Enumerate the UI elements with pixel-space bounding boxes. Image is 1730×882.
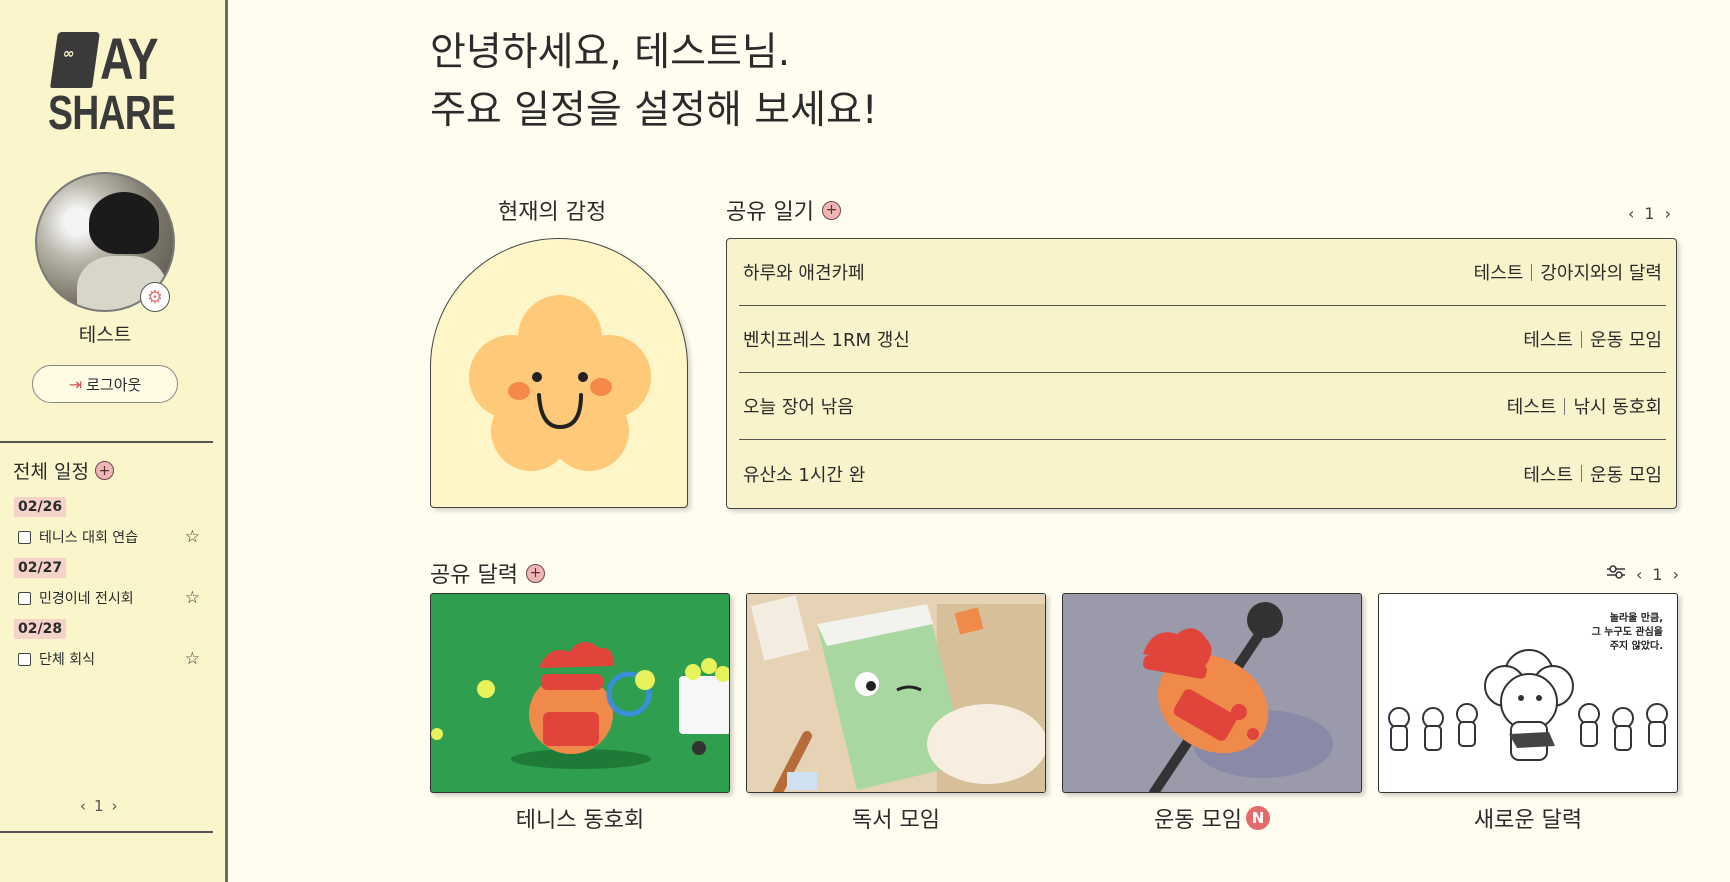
schedule-item-label: 단체 회식 bbox=[39, 652, 95, 668]
calendar-card[interactable] bbox=[1062, 593, 1362, 793]
diary-row-author: 테스트 bbox=[1523, 330, 1574, 351]
schedule-group: 02/27 민경이네 전시회 ☆ bbox=[14, 557, 200, 609]
sidebar-divider bbox=[0, 831, 213, 833]
calendar-card-title: 독서 모임 bbox=[852, 808, 940, 833]
greeting: 안녕하세요, 테스트님. 주요 일정을 설정해 보세요! bbox=[430, 24, 878, 140]
schedule-group: 02/28 단체 회식 ☆ bbox=[14, 618, 200, 670]
schedule-date: 02/26 bbox=[14, 497, 67, 517]
diary-row-meta: 테스트 운동 모임 bbox=[1523, 461, 1662, 487]
add-schedule-icon[interactable]: + bbox=[94, 461, 114, 480]
next-page-icon[interactable]: › bbox=[112, 797, 126, 815]
star-icon[interactable]: ☆ bbox=[185, 588, 200, 608]
calendar-card-title: 새로운 달력 bbox=[1473, 808, 1583, 833]
schedule-checkbox[interactable] bbox=[18, 652, 31, 666]
schedule-heading: 전체 일정 + bbox=[13, 457, 114, 484]
diary-row-meta: 테스트 강아지와의 달력 bbox=[1474, 259, 1662, 285]
calendar-title: 공유 달력 bbox=[430, 563, 518, 588]
diary-row-author: 테스트 bbox=[1506, 397, 1557, 418]
diary-row-author: 테스트 bbox=[1473, 263, 1524, 284]
schedule-item-label: 민경이네 전시회 bbox=[39, 591, 134, 607]
diary-row-calendar: 운동 모임 bbox=[1590, 464, 1662, 486]
settings-gear-icon[interactable]: ⚙ bbox=[140, 282, 170, 312]
schedule-pager: ‹1› bbox=[80, 797, 126, 815]
calendar-card[interactable]: 놀라울 만큼, 그 누구도 관심을 주지 않았다. bbox=[1378, 593, 1678, 793]
next-page-icon[interactable]: › bbox=[1665, 204, 1671, 223]
logout-button[interactable]: ⇥ 로그아웃 bbox=[32, 365, 178, 403]
diary-row-meta: 테스트 운동 모임 bbox=[1523, 326, 1662, 352]
card-caption: 놀라울 만큼, 그 누구도 관심을 주지 않았다. bbox=[1591, 613, 1663, 652]
schedule-checkbox[interactable] bbox=[18, 591, 31, 605]
diary-row-title: 벤치프레스 1RM 갱신 bbox=[743, 330, 910, 351]
profile-name: 테스트 bbox=[78, 324, 132, 346]
page-number: 1 bbox=[1644, 204, 1655, 223]
logout-label: 로그아웃 bbox=[86, 375, 142, 394]
greeting-line-1: 안녕하세요, 테스트님. bbox=[430, 30, 791, 75]
emotion-title: 현재의 감정 bbox=[498, 200, 607, 225]
sidebar: ∞ AY SHARE ⚙ 테스트 ⇥ 로그아웃 전체 일정 + 02/26 테니… bbox=[0, 0, 228, 882]
schedule-item-label: 테니스 대회 연습 bbox=[39, 530, 139, 546]
calendar-logo-icon: ∞ bbox=[50, 32, 100, 88]
diary-row-calendar: 강아지와의 달력 bbox=[1540, 263, 1662, 284]
page-number: 1 bbox=[94, 797, 112, 815]
diary-row-calendar: 낚시 동호회 bbox=[1573, 397, 1662, 418]
add-diary-icon[interactable]: + bbox=[821, 200, 841, 220]
schedule-item: 테니스 대회 연습 ☆ bbox=[14, 526, 200, 548]
diary-title: 공유 일기 bbox=[726, 200, 814, 225]
diary-row-title: 오늘 장어 낚음 bbox=[743, 397, 854, 418]
logo-text-bottom: SHARE bbox=[48, 87, 176, 140]
schedule-list: 02/26 테니스 대회 연습 ☆ 02/27 민경이네 전시회 ☆ 02/28… bbox=[14, 496, 200, 679]
diary-row-meta: 테스트 낚시 동호회 bbox=[1507, 393, 1662, 419]
star-icon[interactable]: ☆ bbox=[185, 527, 200, 547]
greeting-line-2: 주요 일정을 설정해 보세요! bbox=[430, 88, 878, 133]
calendar-card-title: 운동 모임 N bbox=[1062, 802, 1362, 834]
diary-heading: 공유 일기 + bbox=[726, 194, 841, 226]
logo-text-top: AY bbox=[100, 27, 159, 92]
prev-page-icon[interactable]: ‹ bbox=[1628, 204, 1634, 223]
diary-row-title: 하루와 애견카페 bbox=[743, 263, 865, 284]
calendar-pager: ‹ 1 › bbox=[1606, 564, 1679, 584]
calendar-card[interactable] bbox=[430, 593, 730, 793]
schedule-date: 02/28 bbox=[14, 619, 67, 639]
schedule-item: 단체 회식 ☆ bbox=[14, 648, 200, 670]
star-icon[interactable]: ☆ bbox=[185, 649, 200, 669]
diary-row[interactable]: 하루와 애견카페 테스트 강아지와의 달력 bbox=[739, 239, 1666, 306]
emotion-card[interactable] bbox=[430, 238, 688, 508]
add-calendar-icon[interactable]: + bbox=[525, 563, 545, 583]
schedule-group: 02/26 테니스 대회 연습 ☆ bbox=[14, 496, 200, 548]
emotion-heading: 현재의 감정 bbox=[498, 194, 606, 226]
reading-book-illustration-image bbox=[747, 594, 1045, 792]
logout-door-icon: ⇥ bbox=[68, 374, 83, 394]
next-page-icon[interactable]: › bbox=[1673, 565, 1679, 584]
schedule-checkbox[interactable] bbox=[18, 530, 31, 544]
schedule-item: 민경이네 전시회 ☆ bbox=[14, 587, 200, 609]
diary-row-author: 테스트 bbox=[1523, 464, 1574, 486]
schedule-title: 전체 일정 bbox=[13, 461, 89, 483]
sidebar-divider bbox=[0, 441, 213, 443]
calendar-card[interactable] bbox=[746, 593, 1046, 793]
new-badge: N bbox=[1245, 806, 1270, 830]
app-logo[interactable]: ∞ AY SHARE bbox=[48, 26, 176, 140]
calendar-card-title: 테니스 동호회 bbox=[515, 808, 645, 833]
diary-list: 하루와 애견카페 테스트 강아지와의 달력 벤치프레스 1RM 갱신 테스트 운… bbox=[726, 238, 1677, 509]
tennis-illustration-image bbox=[431, 641, 729, 769]
calendar-heading: 공유 달력 + bbox=[430, 557, 545, 589]
diary-row[interactable]: 유산소 1시간 완 테스트 운동 모임 bbox=[739, 440, 1666, 507]
page-number: 1 bbox=[1652, 564, 1663, 584]
prev-page-icon[interactable]: ‹ bbox=[1636, 565, 1642, 584]
filter-sliders-icon[interactable] bbox=[1606, 564, 1626, 584]
diary-row-calendar: 운동 모임 bbox=[1590, 330, 1662, 351]
smiling-flower-icon bbox=[469, 295, 651, 471]
diary-row[interactable]: 오늘 장어 낚음 테스트 낚시 동호회 bbox=[739, 373, 1666, 440]
diary-row[interactable]: 벤치프레스 1RM 갱신 테스트 운동 모임 bbox=[739, 306, 1666, 373]
prev-page-icon[interactable]: ‹ bbox=[80, 797, 94, 815]
diary-pager: ‹ 1 › bbox=[1628, 204, 1671, 223]
schedule-date: 02/27 bbox=[14, 558, 67, 578]
weightlifting-illustration-image bbox=[1143, 602, 1333, 792]
diary-row-title: 유산소 1시간 완 bbox=[743, 464, 866, 486]
